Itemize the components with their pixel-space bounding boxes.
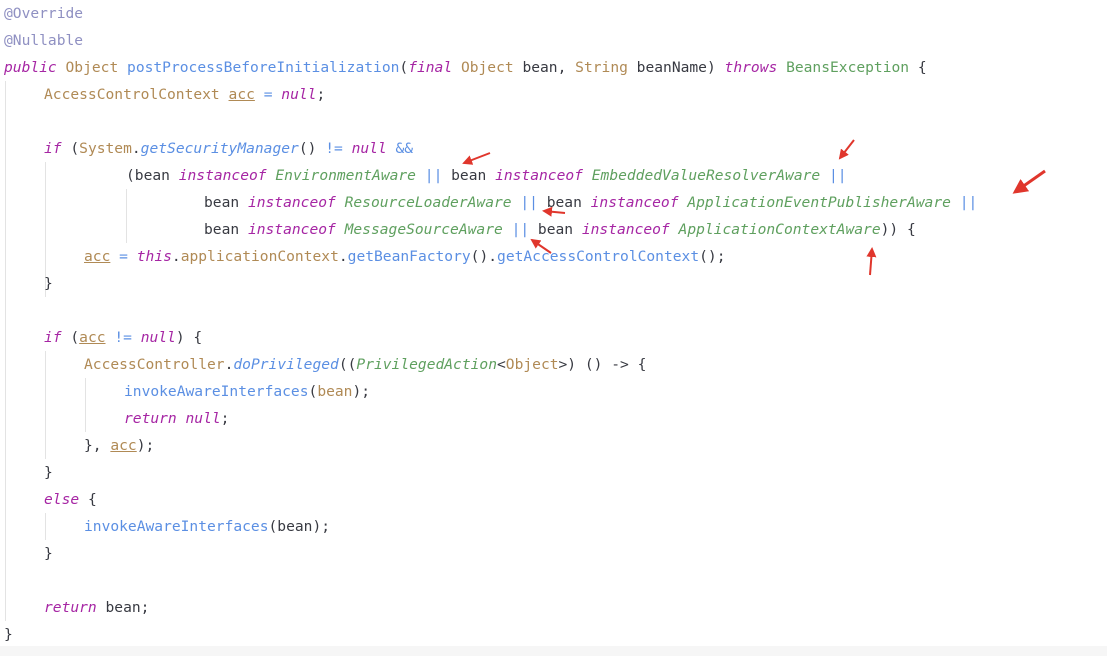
arrow-icon xyxy=(1012,169,1046,194)
arrow-icon xyxy=(462,152,491,165)
arrow-icon xyxy=(530,238,552,254)
arrow-icon xyxy=(838,139,855,160)
arrow-icon xyxy=(542,206,566,217)
code-editor[interactable]: @Override @Nullable public Object postProc… xyxy=(0,0,1107,646)
arrow-icon xyxy=(866,247,877,276)
annotation-arrows xyxy=(462,139,1046,276)
